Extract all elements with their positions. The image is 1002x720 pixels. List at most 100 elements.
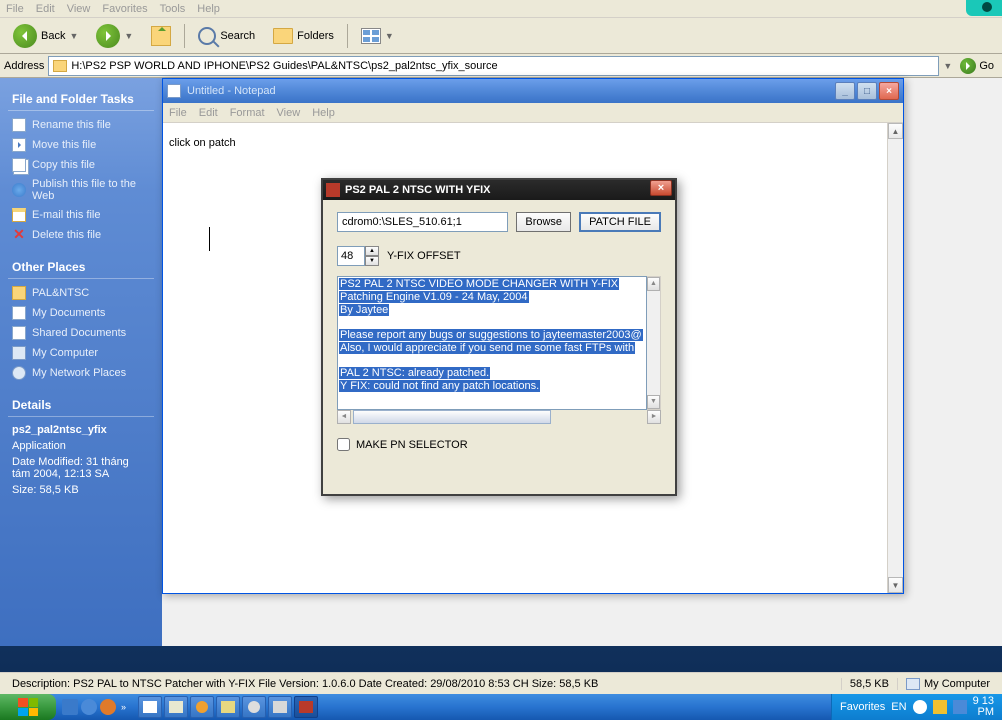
tray-icon[interactable] bbox=[913, 700, 927, 714]
np-menu-view[interactable]: View bbox=[277, 107, 301, 119]
tray-language[interactable]: EN bbox=[891, 701, 906, 713]
folders-button[interactable]: Folders bbox=[266, 24, 341, 48]
forward-button[interactable]: ▼ bbox=[89, 20, 140, 52]
scroll-thumb[interactable] bbox=[353, 410, 551, 424]
sidebar-task-item[interactable]: Copy this file bbox=[8, 156, 154, 174]
scroll-track[interactable] bbox=[553, 410, 647, 424]
task-label: Publish this file to the Web bbox=[32, 178, 150, 202]
folder-icon bbox=[53, 60, 67, 72]
task-button[interactable] bbox=[268, 696, 292, 718]
task-button[interactable] bbox=[190, 696, 214, 718]
ql-firefox-icon[interactable] bbox=[100, 699, 116, 715]
ql-show-desktop-icon[interactable] bbox=[62, 699, 78, 715]
scroll-down-icon[interactable]: ▼ bbox=[888, 577, 903, 593]
forward-arrow-icon bbox=[96, 24, 120, 48]
folder-icon bbox=[273, 28, 293, 44]
views-dropdown-icon[interactable]: ▼ bbox=[385, 31, 394, 41]
computer-icon bbox=[906, 678, 920, 690]
menu-favorites[interactable]: Favorites bbox=[102, 3, 147, 15]
sidebar-place-item[interactable]: My Network Places bbox=[8, 364, 154, 382]
notepad-scrollbar-vertical[interactable]: ▲ ▼ bbox=[887, 123, 903, 593]
sidebar-place-item[interactable]: Shared Documents bbox=[8, 324, 154, 342]
sidebar-task-item[interactable]: E-mail this file bbox=[8, 206, 154, 224]
log-line: Also, I would appreciate if you send me … bbox=[339, 342, 635, 354]
task-icon bbox=[12, 183, 26, 197]
tasks-header: File and Folder Tasks bbox=[8, 88, 154, 111]
task-icon bbox=[12, 208, 26, 222]
spinner-buttons: ▲ ▼ bbox=[365, 246, 379, 266]
back-arrow-icon bbox=[13, 24, 37, 48]
sidebar-task-item[interactable]: Publish this file to the Web bbox=[8, 176, 154, 204]
place-label: My Computer bbox=[32, 347, 98, 359]
log-textbox[interactable]: PS2 PAL 2 NTSC VIDEO MODE CHANGER WITH Y… bbox=[337, 276, 647, 410]
go-button[interactable]: Go bbox=[956, 56, 998, 76]
patcher-close-button[interactable]: × bbox=[650, 180, 672, 196]
sidebar-place-item[interactable]: My Computer bbox=[8, 344, 154, 362]
ql-ie-icon[interactable] bbox=[81, 699, 97, 715]
offset-input[interactable] bbox=[337, 246, 365, 266]
up-button[interactable] bbox=[144, 22, 178, 50]
patch-file-button[interactable]: PATCH FILE bbox=[579, 212, 661, 232]
address-field[interactable]: H:\PS2 PSP WORLD AND IPHONE\PS2 Guides\P… bbox=[48, 56, 939, 76]
tray-favorites-label[interactable]: Favorites bbox=[840, 701, 885, 713]
details-section: Details ps2_pal2ntsc_yfix Application Da… bbox=[8, 394, 154, 498]
scroll-up-icon[interactable]: ▲ bbox=[647, 277, 660, 291]
menu-help[interactable]: Help bbox=[197, 3, 220, 15]
tray-icon[interactable] bbox=[953, 700, 967, 714]
start-button[interactable] bbox=[0, 694, 56, 720]
task-button[interactable] bbox=[242, 696, 266, 718]
tray-icon[interactable] bbox=[933, 700, 947, 714]
minimize-button[interactable]: _ bbox=[835, 82, 855, 100]
search-button[interactable]: Search bbox=[191, 23, 262, 49]
log-scrollbar-vertical[interactable]: ▲ ▼ bbox=[647, 276, 661, 410]
menu-view[interactable]: View bbox=[67, 3, 91, 15]
spinner-up-button[interactable]: ▲ bbox=[365, 246, 379, 256]
views-button[interactable]: ▼ bbox=[354, 24, 401, 48]
ql-expand-icon[interactable]: » bbox=[119, 702, 128, 712]
np-menu-format[interactable]: Format bbox=[230, 107, 265, 119]
sidebar-place-item[interactable]: PAL&NTSC bbox=[8, 284, 154, 302]
place-icon bbox=[12, 366, 26, 380]
back-button[interactable]: Back ▼ bbox=[6, 20, 85, 52]
sidebar-task-item[interactable]: Rename this file bbox=[8, 116, 154, 134]
other-places-header: Other Places bbox=[8, 256, 154, 279]
scroll-down-icon[interactable]: ▼ bbox=[647, 395, 660, 409]
details-modified: Date Modified: 31 tháng tám 2004, 12:13 … bbox=[8, 454, 154, 482]
system-tray: Favorites EN 9 13PM bbox=[831, 694, 1002, 720]
text-cursor bbox=[209, 227, 210, 251]
task-button-active[interactable] bbox=[294, 696, 318, 718]
np-menu-help[interactable]: Help bbox=[312, 107, 335, 119]
forward-dropdown-icon[interactable]: ▼ bbox=[124, 31, 133, 41]
scroll-right-icon[interactable]: ► bbox=[647, 410, 661, 424]
browse-button[interactable]: Browse bbox=[516, 212, 571, 232]
back-dropdown-icon[interactable]: ▼ bbox=[69, 31, 78, 41]
menu-file[interactable]: File bbox=[6, 3, 24, 15]
menu-tools[interactable]: Tools bbox=[160, 3, 186, 15]
go-arrow-icon bbox=[960, 58, 976, 74]
task-button[interactable] bbox=[138, 696, 162, 718]
back-label: Back bbox=[41, 30, 65, 42]
pn-selector-checkbox[interactable] bbox=[337, 438, 350, 451]
sidebar-task-item[interactable]: Move this file bbox=[8, 136, 154, 154]
task-button[interactable] bbox=[216, 696, 240, 718]
address-dropdown-icon[interactable]: ▼ bbox=[943, 61, 952, 71]
close-button[interactable]: × bbox=[879, 82, 899, 100]
sidebar-task-item[interactable]: ✕Delete this file bbox=[8, 226, 154, 244]
explorer-sidebar: File and Folder Tasks Rename this file Mo… bbox=[0, 78, 162, 646]
notepad-titlebar[interactable]: Untitled - Notepad _ □ × bbox=[163, 79, 903, 103]
np-menu-edit[interactable]: Edit bbox=[199, 107, 218, 119]
scroll-up-icon[interactable]: ▲ bbox=[888, 123, 903, 139]
menu-edit[interactable]: Edit bbox=[36, 3, 55, 15]
file-path-input[interactable] bbox=[337, 212, 508, 232]
np-menu-file[interactable]: File bbox=[169, 107, 187, 119]
spinner-down-button[interactable]: ▼ bbox=[365, 256, 379, 266]
notepad-title: Untitled - Notepad bbox=[187, 85, 829, 97]
sidebar-place-item[interactable]: My Documents bbox=[8, 304, 154, 322]
tray-clock[interactable]: 9 13PM bbox=[973, 696, 994, 718]
maximize-button[interactable]: □ bbox=[857, 82, 877, 100]
log-area: PS2 PAL 2 NTSC VIDEO MODE CHANGER WITH Y… bbox=[337, 276, 661, 424]
patcher-titlebar[interactable]: PS2 PAL 2 NTSC WITH YFIX × bbox=[323, 180, 675, 200]
scroll-left-icon[interactable]: ◄ bbox=[337, 410, 351, 424]
task-button[interactable] bbox=[164, 696, 188, 718]
log-scrollbar-horizontal[interactable]: ◄ ► bbox=[337, 410, 661, 424]
